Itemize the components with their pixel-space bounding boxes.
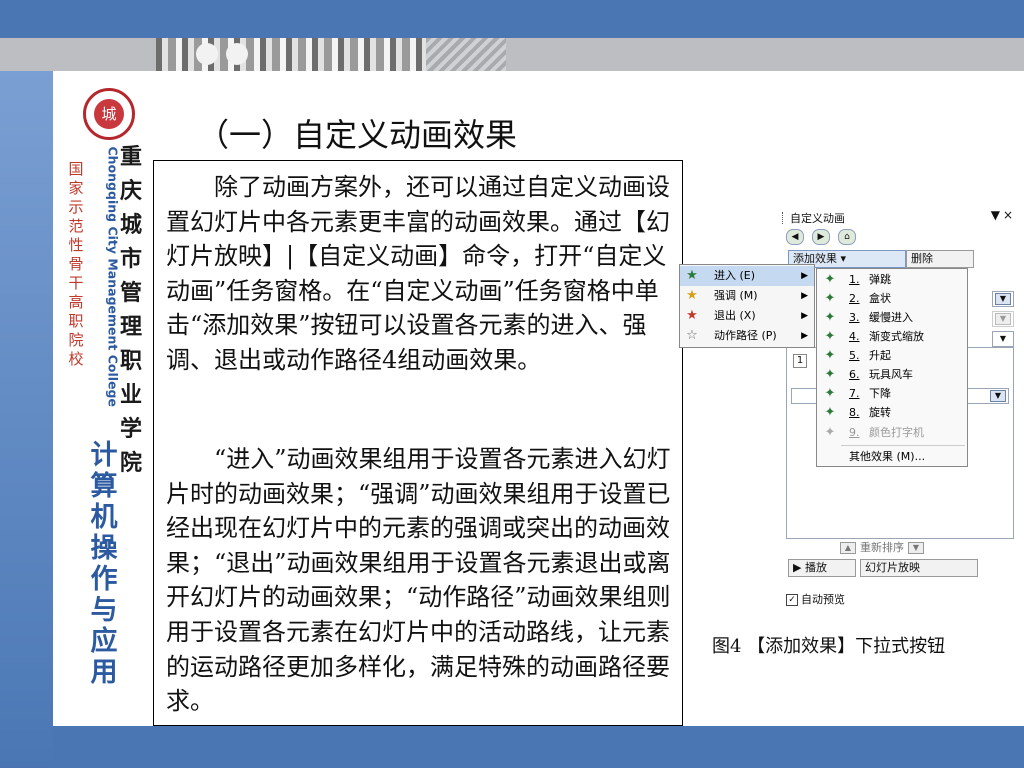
forward-icon[interactable]: ▶ bbox=[812, 229, 830, 245]
play-button[interactable]: ▶ 播放 bbox=[788, 559, 856, 577]
effect-item-pinwheel[interactable]: ✦ 6. 玩具风车 bbox=[817, 365, 967, 385]
left-sidebar-bar bbox=[0, 71, 53, 768]
figure-caption: 图4 【添加效果】下拉式按钮 bbox=[712, 636, 946, 657]
submenu-arrow-icon: ▶ bbox=[801, 291, 808, 301]
effect-num: 8. bbox=[849, 406, 860, 419]
menu-item-label: 强调 (M) bbox=[714, 289, 758, 302]
property-dropdown[interactable]: ▼ bbox=[992, 311, 1014, 327]
pane-header: 自定义动画 ▼ × bbox=[780, 208, 1016, 227]
effect-item-rise[interactable]: ✦ 5. 升起 bbox=[817, 346, 967, 366]
pane-title: 自定义动画 bbox=[790, 212, 845, 225]
effect-label: 玩具风车 bbox=[869, 368, 913, 381]
submenu-arrow-icon: ▶ bbox=[801, 271, 808, 281]
footer-bar bbox=[53, 726, 1024, 768]
slide-title: （一）自定义动画效果 bbox=[197, 116, 518, 154]
move-up-icon[interactable]: ▲ bbox=[840, 542, 856, 554]
effect-star-icon: ✦ bbox=[824, 272, 836, 287]
effect-label: 弹跳 bbox=[869, 273, 891, 286]
effect-item-slow-enter[interactable]: ✦ 3. 缓慢进入 bbox=[817, 308, 967, 328]
effect-num: 9. bbox=[849, 426, 860, 439]
checkbox-icon[interactable]: ✓ bbox=[786, 594, 798, 606]
submenu-arrow-icon: ▶ bbox=[801, 331, 808, 341]
delete-button[interactable]: 删除 bbox=[906, 250, 974, 268]
menu-item-label: 进入 (E) bbox=[714, 269, 756, 282]
org-calligraphy: 重庆城市管理职业学院 bbox=[119, 144, 142, 476]
speed-dropdown[interactable]: ▼ bbox=[992, 331, 1014, 347]
course-title: 计算机操作与应用 bbox=[90, 440, 118, 688]
effect-num: 3. bbox=[849, 311, 860, 324]
effect-num: 6. bbox=[849, 368, 860, 381]
effect-item-box[interactable]: ✦ 2. 盒状 bbox=[817, 289, 967, 309]
effect-label: 渐变式缩放 bbox=[869, 330, 924, 343]
start-dropdown[interactable]: ▼ bbox=[992, 291, 1014, 307]
effect-num: 2. bbox=[849, 292, 860, 305]
effect-num: 7. bbox=[849, 387, 860, 400]
effect-item-bounce[interactable]: ✦ 1. 弹跳 bbox=[817, 270, 967, 290]
effect-item-spin[interactable]: ✦ 8. 旋转 bbox=[817, 403, 967, 423]
auto-preview-checkbox[interactable]: ✓ 自动预览 bbox=[786, 591, 845, 607]
college-logo: 城 bbox=[83, 88, 135, 140]
effect-label: 下降 bbox=[869, 387, 891, 400]
grip-icon[interactable] bbox=[782, 212, 786, 224]
more-effects-item[interactable]: 其他效果 (M)... bbox=[849, 448, 925, 464]
effect-star-icon: ✦ bbox=[824, 425, 836, 440]
effect-label: 颜色打字机 bbox=[869, 426, 924, 439]
effect-star-icon: ✦ bbox=[824, 291, 836, 306]
effect-item-typewriter[interactable]: ✦ 9. 颜色打字机 bbox=[817, 423, 967, 443]
decorative-circle bbox=[196, 43, 218, 65]
decorative-photo-strip bbox=[426, 38, 506, 71]
effect-num: 5. bbox=[849, 349, 860, 362]
menu-item-exit[interactable]: ★ 退出 (X) ▶ bbox=[680, 306, 814, 326]
effect-item-descend[interactable]: ✦ 7. 下降 bbox=[817, 384, 967, 404]
paragraph-1: 除了动画方案外，还可以通过自定义动画设置幻灯片中各元素更丰富的动画效果。通过【幻… bbox=[166, 173, 670, 374]
chevron-down-icon: ▼ bbox=[995, 313, 1011, 325]
menu-item-label: 动作路径 (P) bbox=[714, 329, 777, 342]
chevron-down-icon: ▼ bbox=[995, 293, 1011, 305]
chevron-down-icon: ▼ bbox=[995, 333, 1011, 345]
decorative-circle bbox=[226, 43, 248, 65]
header-bar bbox=[0, 0, 1024, 38]
paragraph-2: “进入”动画效果组用于设置各元素进入幻灯片时的动画效果；“强调”动画效果组用于设… bbox=[166, 445, 671, 716]
pane-menu-button[interactable]: ▼ bbox=[991, 208, 1000, 222]
enter-effects-submenu: ✦ 1. 弹跳 ✦ 2. 盒状 ✦ 3. 缓慢进入 ✦ 4. 渐变式缩放 ✦ 5. 升起 ✦ 6. 玩具… bbox=[816, 268, 968, 467]
effect-star-icon: ✦ bbox=[824, 367, 836, 382]
effect-star-icon: ✦ bbox=[824, 310, 836, 325]
move-down-icon[interactable]: ▼ bbox=[908, 542, 924, 554]
effect-star-icon: ✦ bbox=[824, 405, 836, 420]
menu-divider bbox=[841, 445, 965, 446]
decorative-photo-strip bbox=[156, 38, 426, 71]
effect-star-icon: ✦ bbox=[824, 329, 836, 344]
effect-category-menu: ★ 进入 (E) ▶ ★ 强调 (M) ▶ ★ 退出 (X) ▶ ☆ 动作路径 … bbox=[679, 264, 815, 348]
effect-label: 升起 bbox=[869, 349, 891, 362]
effect-label: 缓慢进入 bbox=[869, 311, 913, 324]
menu-item-emphasis[interactable]: ★ 强调 (M) ▶ bbox=[680, 286, 814, 306]
effect-label: 旋转 bbox=[869, 406, 891, 419]
effect-star-icon: ✦ bbox=[824, 386, 836, 401]
effect-num: 4. bbox=[849, 330, 860, 343]
slideshow-button[interactable]: 幻灯片放映 bbox=[860, 559, 978, 577]
reorder-label: 重新排序 bbox=[860, 541, 904, 554]
pane-close-button[interactable]: × bbox=[1003, 208, 1013, 222]
effect-item-zoom[interactable]: ✦ 4. 渐变式缩放 bbox=[817, 327, 967, 347]
chevron-down-icon[interactable]: ▼ bbox=[990, 390, 1006, 402]
effect-num: 1. bbox=[849, 273, 860, 286]
effect-star-icon: ✦ bbox=[824, 348, 836, 363]
reorder-control: ▲ 重新排序 ▼ bbox=[836, 539, 928, 555]
motion-path-icon: ☆ bbox=[686, 328, 698, 343]
effect-label: 盒状 bbox=[869, 292, 891, 305]
auto-preview-label: 自动预览 bbox=[801, 593, 845, 606]
logo-char: 城 bbox=[101, 105, 117, 123]
submenu-arrow-icon: ▶ bbox=[801, 311, 808, 321]
exit-star-icon: ★ bbox=[686, 308, 698, 323]
enter-star-icon: ★ bbox=[686, 268, 698, 283]
menu-item-enter[interactable]: ★ 进入 (E) ▶ bbox=[680, 266, 814, 286]
emphasis-star-icon: ★ bbox=[686, 288, 698, 303]
menu-item-motion-path[interactable]: ☆ 动作路径 (P) ▶ bbox=[680, 326, 814, 346]
org-name-cn: 国家示范性骨干高职院校 bbox=[68, 160, 84, 368]
decorative-strip bbox=[0, 38, 1024, 71]
home-icon[interactable]: ⌂ bbox=[838, 229, 856, 245]
list-item-index: 1 bbox=[793, 354, 807, 368]
back-icon[interactable]: ◀ bbox=[786, 229, 804, 245]
menu-item-label: 退出 (X) bbox=[714, 309, 756, 322]
